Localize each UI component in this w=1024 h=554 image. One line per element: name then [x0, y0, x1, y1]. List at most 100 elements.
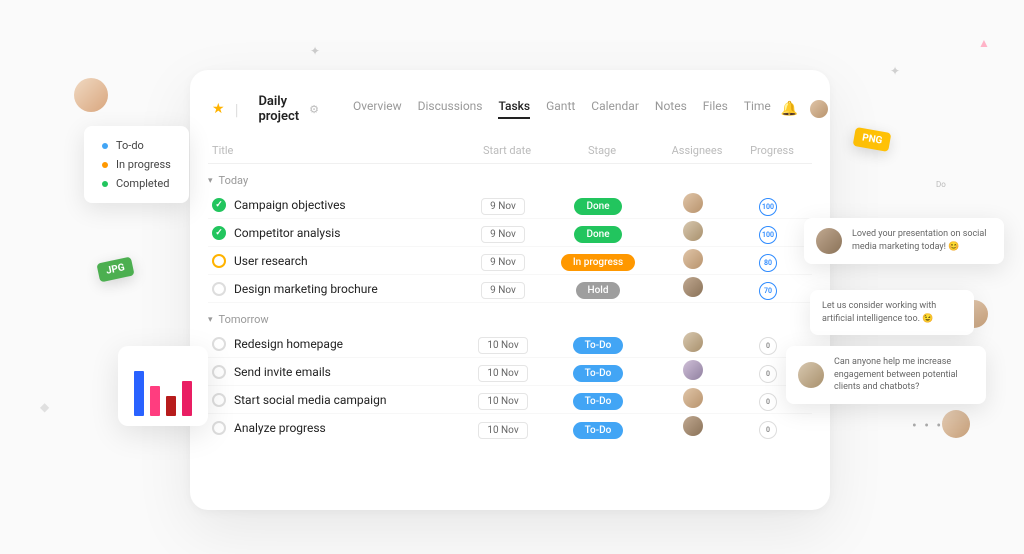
task-stage[interactable]: Done — [548, 194, 648, 215]
task-date[interactable]: 9 Nov — [458, 278, 548, 299]
bell-icon[interactable]: 🔔 — [781, 101, 798, 117]
nav-tasks[interactable]: Tasks — [498, 99, 530, 119]
task-row[interactable]: Redesign homepage 10 Nov To-Do 0 — [208, 330, 812, 358]
task-assignee[interactable] — [648, 416, 738, 440]
group-header[interactable]: ▾Tomorrow — [208, 303, 812, 330]
task-progress[interactable]: 0 — [738, 417, 798, 439]
task-row[interactable]: Competitor analysis 9 Nov Done 100 — [208, 219, 812, 247]
task-date[interactable]: 10 Nov — [458, 418, 548, 439]
task-stage[interactable]: Done — [548, 222, 648, 243]
task-assignee[interactable] — [648, 193, 738, 217]
task-progress[interactable]: 100 — [738, 222, 798, 244]
legend-item: Completed — [102, 174, 171, 193]
col-date[interactable]: Start date — [462, 144, 552, 157]
task-title[interactable]: Competitor analysis — [234, 226, 458, 240]
current-user-avatar[interactable] — [810, 100, 828, 118]
task-status-icon[interactable] — [212, 393, 226, 407]
task-status-icon[interactable] — [212, 226, 226, 240]
task-row[interactable]: User research 9 Nov In progress 80 — [208, 247, 812, 275]
task-title[interactable]: Redesign homepage — [234, 337, 458, 351]
legend-label: To-do — [116, 139, 144, 152]
group-label: Today — [219, 174, 249, 187]
task-stage[interactable]: To-Do — [548, 333, 648, 354]
task-title[interactable]: Design marketing brochure — [234, 282, 458, 296]
task-progress[interactable]: 100 — [738, 194, 798, 216]
task-assignee[interactable] — [648, 388, 738, 412]
task-stage[interactable]: To-Do — [548, 361, 648, 382]
task-status-icon[interactable] — [212, 421, 226, 435]
task-row[interactable]: Campaign objectives 9 Nov Done 100 — [208, 191, 812, 219]
task-assignee[interactable] — [648, 332, 738, 356]
legend-dot — [102, 162, 108, 168]
task-assignee[interactable] — [648, 221, 738, 245]
chevron-down-icon: ▾ — [208, 315, 213, 325]
task-stage[interactable]: In progress — [548, 250, 648, 271]
task-status-icon[interactable] — [212, 198, 226, 212]
chat-bubble: Let us consider working with artificial … — [810, 290, 974, 335]
task-date[interactable]: 10 Nov — [458, 333, 548, 354]
bubble-avatar — [816, 228, 842, 254]
col-stage[interactable]: Stage — [552, 144, 652, 157]
bubble-text: Can anyone help me increase engagement b… — [834, 356, 974, 394]
task-assignee[interactable] — [648, 360, 738, 384]
project-title[interactable]: Daily project — [258, 94, 299, 124]
file-tag-jpg: JPG — [96, 257, 134, 283]
nav-discussions[interactable]: Discussions — [418, 99, 483, 119]
task-date[interactable]: 9 Nov — [458, 250, 548, 271]
bubble-text: Let us consider working with artificial … — [822, 300, 962, 325]
floating-avatar-2 — [942, 410, 970, 438]
col-progress[interactable]: Progress — [742, 144, 802, 157]
task-assignee[interactable] — [648, 277, 738, 301]
legend-label: In progress — [116, 158, 171, 171]
task-title[interactable]: Send invite emails — [234, 365, 458, 379]
bubble-text: Loved your presentation on social media … — [852, 228, 992, 253]
task-status-icon[interactable] — [212, 282, 226, 296]
task-assignee[interactable] — [648, 249, 738, 273]
task-date[interactable]: 9 Nov — [458, 194, 548, 215]
task-status-icon[interactable] — [212, 254, 226, 268]
col-title[interactable]: Title — [212, 144, 462, 157]
nav-gantt[interactable]: Gantt — [546, 99, 575, 119]
task-progress[interactable]: 80 — [738, 250, 798, 272]
nav-tabs: Overview Discussions Tasks Gantt Calendar Not… — [353, 99, 771, 119]
legend-item: To-do — [102, 136, 171, 155]
task-title[interactable]: Analyze progress — [234, 421, 458, 435]
nav-files[interactable]: Files — [703, 99, 728, 119]
nav-time[interactable]: Time — [744, 99, 771, 119]
task-row[interactable]: Start social media campaign 10 Nov To-Do… — [208, 386, 812, 414]
task-title[interactable]: Campaign objectives — [234, 198, 458, 212]
task-status-icon[interactable] — [212, 337, 226, 351]
nav-calendar[interactable]: Calendar — [591, 99, 639, 119]
task-stage[interactable]: To-Do — [548, 389, 648, 410]
status-legend: To-do In progress Completed — [84, 126, 189, 203]
nav-notes[interactable]: Notes — [655, 99, 687, 119]
task-date[interactable]: 10 Nov — [458, 389, 548, 410]
legend-label: Completed — [116, 177, 169, 190]
gear-icon[interactable]: ⚙ — [309, 103, 319, 116]
chart-bar — [150, 386, 160, 416]
more-icon: • • • — [912, 418, 943, 434]
task-status-icon[interactable] — [212, 365, 226, 379]
chat-bubble: Loved your presentation on social media … — [804, 218, 1004, 264]
task-date[interactable]: 9 Nov — [458, 222, 548, 243]
file-tag-png: PNG — [853, 127, 892, 152]
legend-dot — [102, 143, 108, 149]
col-assignees[interactable]: Assignees — [652, 144, 742, 157]
task-date[interactable]: 10 Nov — [458, 361, 548, 382]
star-icon[interactable]: ★ — [212, 101, 225, 117]
bubble-avatar — [798, 362, 824, 388]
user-avatar-floating — [74, 78, 108, 112]
group-header[interactable]: ▾ Today — [208, 164, 812, 191]
task-row[interactable]: Analyze progress 10 Nov To-Do 0 — [208, 414, 812, 442]
legend-dot — [102, 181, 108, 187]
task-row[interactable]: Design marketing brochure 9 Nov Hold 70 — [208, 275, 812, 303]
task-title[interactable]: Start social media campaign — [234, 393, 458, 407]
chevron-down-icon: ▾ — [208, 176, 213, 186]
task-title[interactable]: User research — [234, 254, 458, 268]
task-row[interactable]: Send invite emails 10 Nov To-Do 0 — [208, 358, 812, 386]
nav-overview[interactable]: Overview — [353, 99, 402, 119]
task-progress[interactable]: 70 — [738, 278, 798, 300]
task-stage[interactable]: To-Do — [548, 418, 648, 439]
chart-bar — [166, 396, 176, 416]
task-stage[interactable]: Hold — [548, 278, 648, 299]
